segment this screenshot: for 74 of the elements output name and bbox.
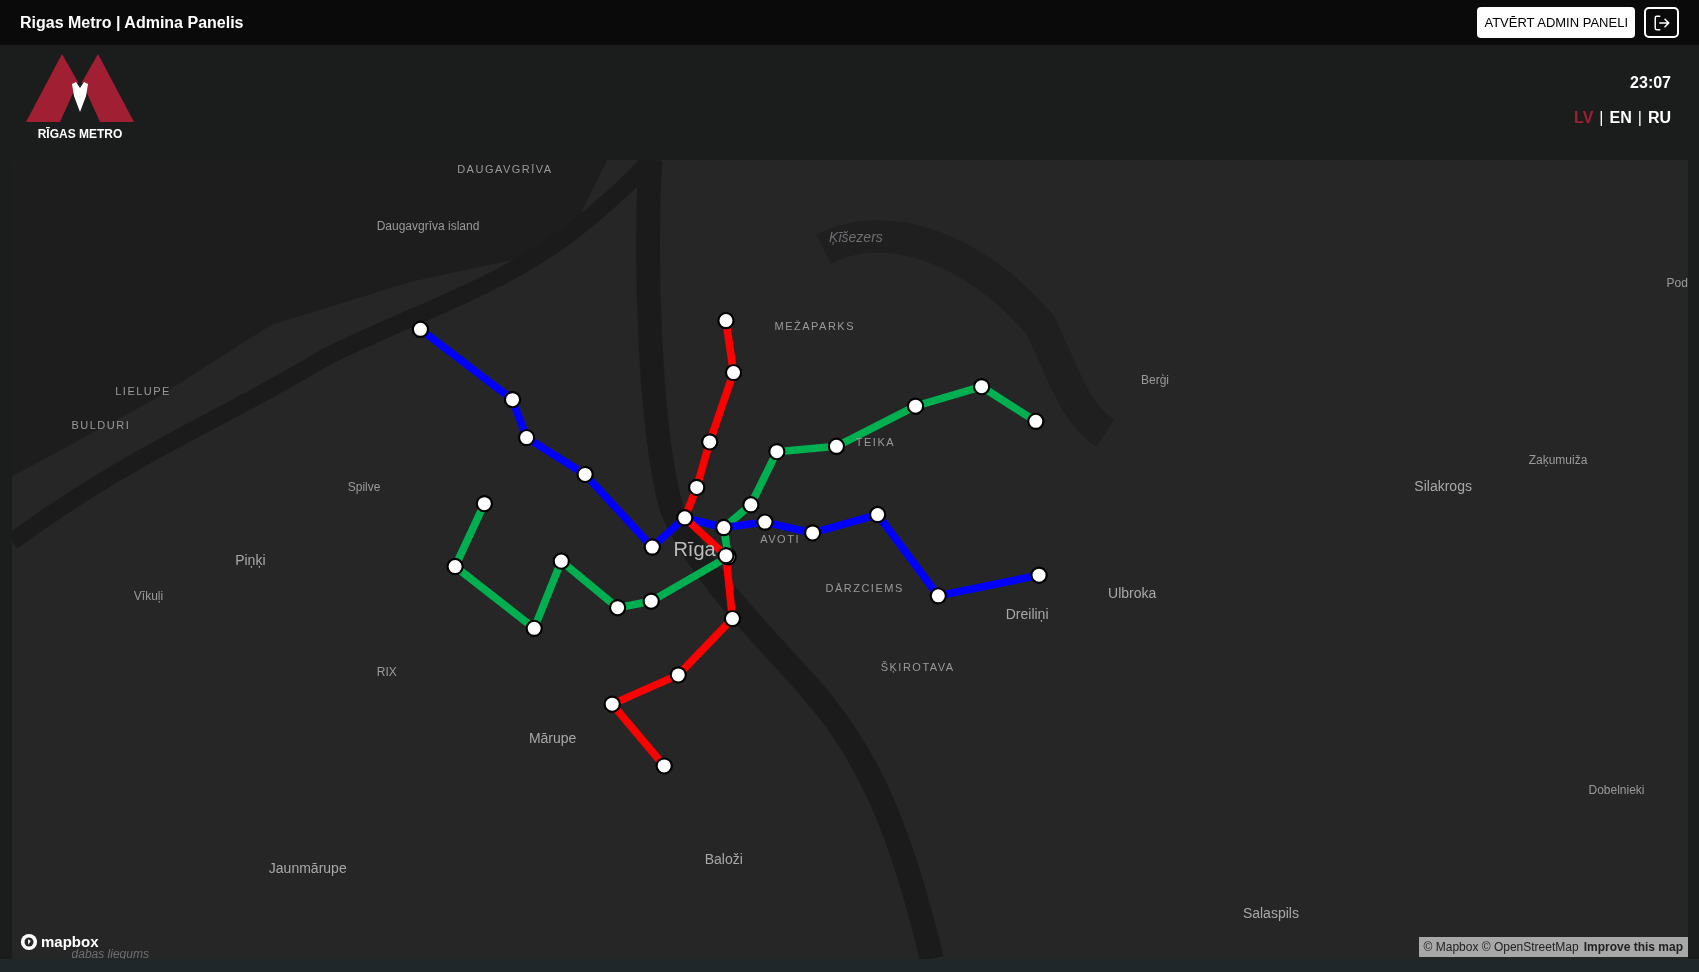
station-marker[interactable] bbox=[688, 478, 706, 497]
station-marker[interactable] bbox=[723, 609, 742, 628]
station-marker[interactable] bbox=[525, 619, 543, 637]
page-title: Rigas Metro | Admina Panelis bbox=[20, 12, 244, 33]
map-place-label: MEŽAPARKS bbox=[774, 320, 856, 332]
map-attribution: © Mapbox © OpenStreetMap bbox=[1423, 939, 1579, 956]
station-marker[interactable] bbox=[517, 428, 536, 447]
language-separator: | bbox=[1637, 108, 1642, 128]
map-place-label: Dobelnieki bbox=[1588, 783, 1645, 796]
station-marker[interactable] bbox=[411, 320, 430, 338]
logo-icon bbox=[26, 54, 134, 122]
station-marker[interactable] bbox=[446, 557, 464, 576]
station-marker[interactable] bbox=[724, 363, 743, 382]
station-marker[interactable] bbox=[972, 378, 991, 396]
station-marker[interactable] bbox=[643, 538, 661, 556]
station-marker[interactable] bbox=[655, 757, 673, 775]
language-link[interactable]: EN bbox=[1609, 106, 1632, 130]
map-place-label: LIELUPE bbox=[115, 385, 171, 397]
station-marker[interactable] bbox=[552, 552, 570, 570]
station-marker[interactable] bbox=[742, 496, 760, 514]
map-place-label: RIX bbox=[376, 665, 397, 678]
map-place-label: TEIKA bbox=[855, 436, 896, 448]
station-marker[interactable] bbox=[715, 518, 733, 537]
language-link[interactable]: RU bbox=[1647, 106, 1671, 130]
map-place-label: Jaunmārupe bbox=[268, 860, 347, 875]
map-place-label: Zaķumuiža bbox=[1528, 454, 1588, 467]
map-place-label: Baloži bbox=[704, 852, 743, 867]
mapbox-wordmark: mapbox bbox=[41, 931, 99, 950]
map-place-label: Piņķi bbox=[235, 553, 266, 568]
map-place-label: DAUGAVGRĪVA bbox=[457, 163, 553, 175]
station-marker[interactable] bbox=[503, 391, 522, 409]
station-marker[interactable] bbox=[608, 599, 627, 617]
improve-map-link[interactable]: Improve this map bbox=[1583, 938, 1683, 956]
station-marker[interactable] bbox=[1027, 412, 1045, 431]
map-place-label: Dreiliņi bbox=[1005, 607, 1049, 622]
station-marker[interactable] bbox=[756, 513, 774, 531]
map-place-label: BULDURI bbox=[71, 419, 131, 430]
station-marker[interactable] bbox=[868, 505, 887, 524]
map-place-label: Ulbroka bbox=[1108, 585, 1157, 600]
map-place-label: Mārupe bbox=[528, 730, 577, 745]
station-marker[interactable] bbox=[717, 311, 735, 330]
map-place-label: Silakrogs bbox=[1414, 479, 1472, 494]
station-marker[interactable] bbox=[906, 397, 925, 415]
station-marker[interactable] bbox=[676, 509, 694, 527]
map-place-label: Salaspils bbox=[1242, 906, 1299, 921]
map-place-label: AVOTI bbox=[760, 533, 800, 545]
station-marker[interactable] bbox=[717, 547, 735, 565]
station-marker[interactable] bbox=[642, 592, 660, 610]
station-marker[interactable] bbox=[475, 495, 494, 513]
map-place-label: Pod bbox=[1666, 276, 1688, 289]
station-marker[interactable] bbox=[576, 465, 594, 484]
map-place-label: Berģi bbox=[1140, 374, 1169, 387]
station-marker[interactable] bbox=[803, 524, 822, 542]
logo-text: RĪGAS METRO bbox=[37, 126, 123, 143]
station-marker[interactable] bbox=[827, 437, 846, 455]
open-admin-panel-button[interactable]: ATVĒRT ADMIN PANELI bbox=[1477, 7, 1635, 38]
clock-time: 23:07 bbox=[1630, 73, 1671, 93]
station-marker[interactable] bbox=[929, 587, 947, 605]
map-place-label: Rīga bbox=[673, 539, 716, 560]
station-marker[interactable] bbox=[603, 695, 621, 713]
map-place-label: Daugavgrīva island bbox=[376, 220, 480, 233]
mapbox-logo-icon bbox=[20, 932, 38, 951]
station-marker[interactable] bbox=[1030, 566, 1048, 584]
map-place-label: Vīkuļi bbox=[133, 589, 164, 602]
language-separator: | bbox=[1599, 108, 1604, 128]
station-marker[interactable] bbox=[669, 666, 687, 684]
map-place-label: DĀRZCIEMS bbox=[825, 582, 904, 594]
logout-button[interactable] bbox=[1644, 7, 1679, 38]
station-marker[interactable] bbox=[768, 443, 786, 461]
map-place-label: Spilve bbox=[347, 481, 381, 494]
station-marker[interactable] bbox=[701, 433, 719, 451]
logout-icon bbox=[1652, 13, 1671, 32]
map-place-label: ŠĶIROTAVA bbox=[880, 661, 955, 673]
map-place-label: Ķīšezers bbox=[829, 229, 883, 244]
